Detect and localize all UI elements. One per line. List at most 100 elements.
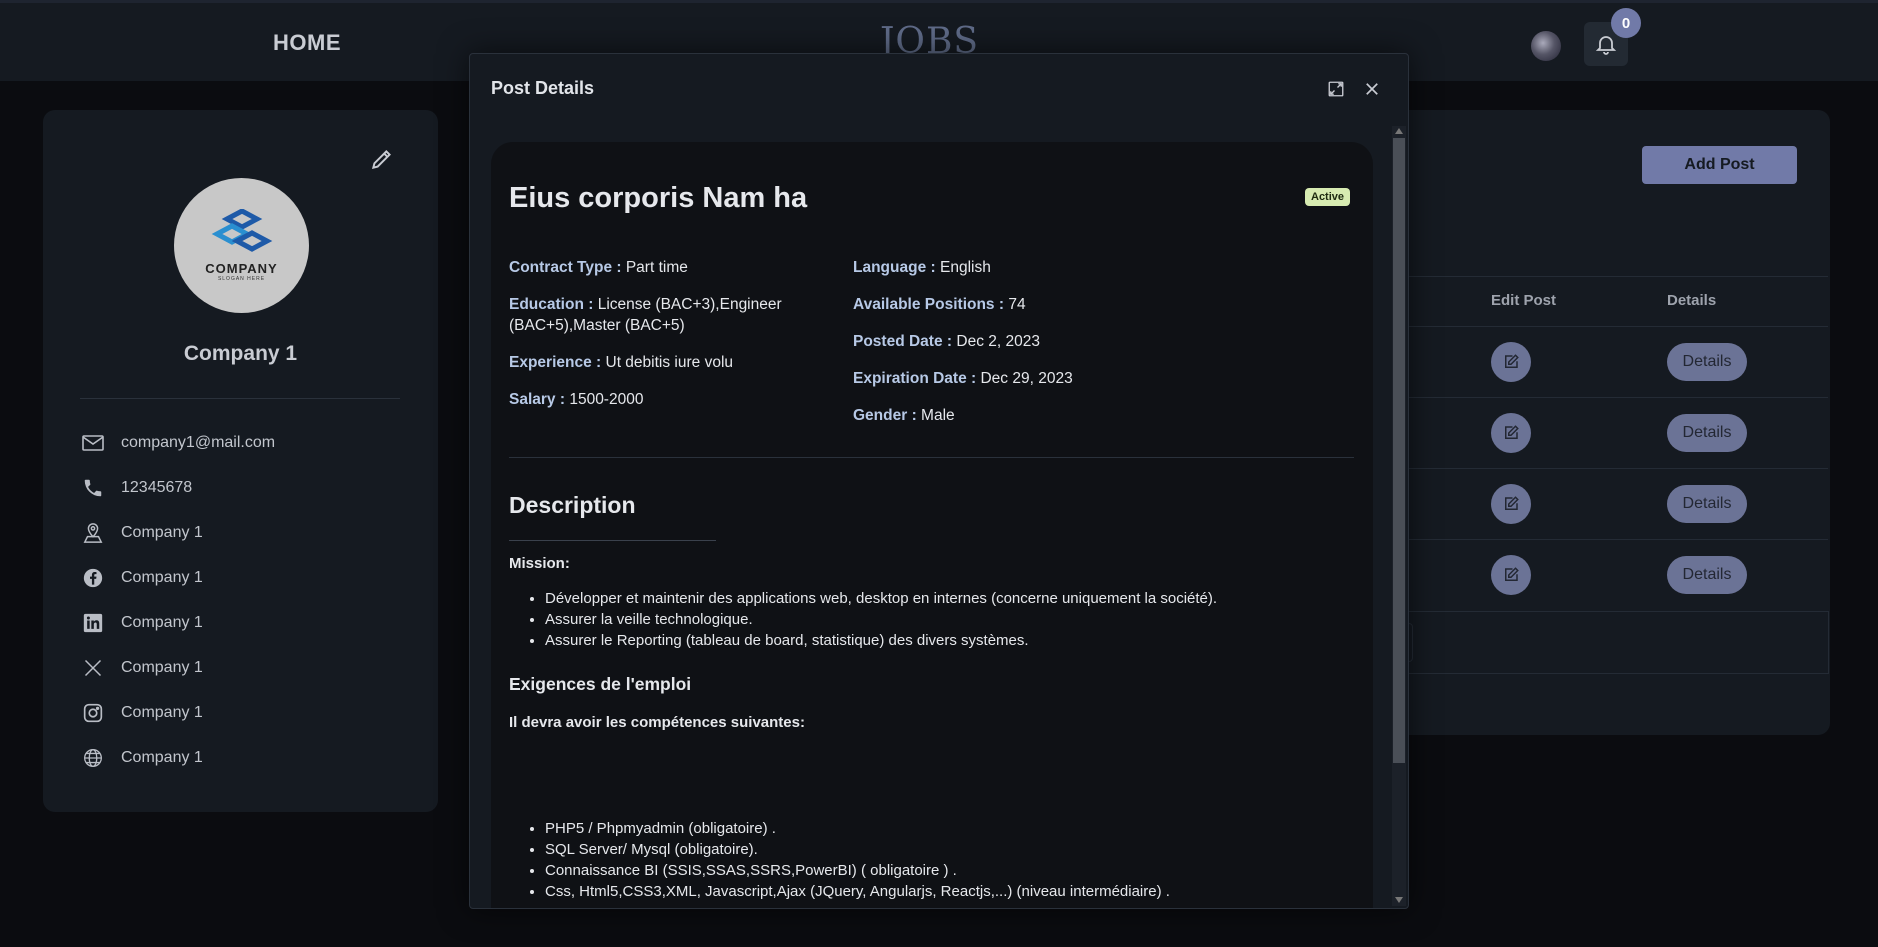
scroll-up-arrow-icon[interactable] [1395,128,1403,134]
heading-underline [509,540,716,541]
divider [509,457,1354,458]
contact-address: Company 1 [81,510,275,555]
pagination-area [1395,611,1829,674]
field-language: Language : English [853,257,1293,278]
field-label: Expiration Date : [853,370,977,387]
contact-phone: 12345678 [81,465,275,510]
contact-website[interactable]: Company 1 [81,735,275,780]
add-post-button[interactable]: Add Post [1642,146,1797,184]
list-item: PHP5 / Phpmyadmin (obligatoire) . [545,818,1170,839]
field-label: Posted Date : [853,333,953,350]
field-value: Dec 2, 2023 [956,333,1040,350]
details-button[interactable]: Details [1667,485,1747,523]
scrollbar-thumb[interactable] [1393,138,1405,763]
edit-square-icon [1505,354,1519,368]
company-name: Company 1 [183,342,298,365]
column-header-details: Details [1667,292,1717,309]
contact-info-list: company1@mail.com 12345678 Company 1 Com… [81,420,275,780]
pencil-edit-icon[interactable] [369,146,395,172]
company-logo-avatar: COMPANY SLOGAN HERE [174,178,309,313]
edit-square-icon [1505,567,1519,581]
field-education: Education : License (BAC+3),Engineer (BA… [509,294,829,336]
field-label: Experience : [509,354,602,371]
details-button[interactable]: Details [1667,343,1747,381]
home-link[interactable]: HOME [273,30,341,56]
edit-post-button[interactable] [1491,413,1531,453]
field-value: English [939,259,991,276]
status-badge: Active [1305,188,1351,206]
field-contract-type: Contract Type : Part time [509,257,829,278]
field-value: Ut debitis iure volu [605,354,734,371]
globe-icon [81,746,105,770]
user-avatar[interactable] [1531,31,1561,61]
list-item: Connaissance BI (SSIS,SSAS,SSRS,PowerBI)… [545,860,1170,881]
contact-linkedin[interactable]: Company 1 [81,600,275,645]
field-posted-date: Posted Date : Dec 2, 2023 [853,331,1293,352]
field-gender: Gender : Male [853,405,1293,426]
linkedin-icon [81,611,105,635]
phone-text: 12345678 [121,478,193,496]
field-label: Salary : [509,391,566,408]
bell-icon [1595,36,1617,55]
edit-square-icon [1505,425,1519,439]
website-text: Company 1 [121,748,203,766]
mission-label: Mission: [509,555,570,572]
company-logo-text: COMPANY [205,261,278,276]
company-logo-mark-icon [211,209,272,252]
list-item: SQL Server/ Mysql (obligatoire). [545,839,1170,860]
contact-email: company1@mail.com [81,420,275,465]
table-row-divider [1395,539,1828,540]
edit-square-icon [1505,496,1519,510]
field-expiration-date: Expiration Date : Dec 29, 2023 [853,368,1293,389]
table-row-divider [1395,326,1828,327]
table-row-divider [1395,397,1828,398]
contact-x[interactable]: Company 1 [81,645,275,690]
details-button[interactable]: Details [1667,414,1747,452]
field-value: Part time [625,259,688,276]
modal-scrollbar[interactable] [1392,126,1406,906]
edit-post-button[interactable] [1491,342,1531,382]
mission-list: Développer et maintenir des applications… [509,588,1217,651]
map-pin-icon [81,521,105,545]
field-value: 1500-2000 [569,391,644,408]
field-experience: Experience : Ut debitis iure volu [509,352,829,373]
post-title: Eius corporis Nam ha [509,182,808,214]
list-item: Assurer le Reporting (tableau de board, … [545,630,1217,651]
contact-facebook[interactable]: Company 1 [81,555,275,600]
table-row-divider [1395,468,1828,469]
divider [80,398,400,399]
field-value: Male [921,407,955,424]
skills-intro: Il devra avoir les compétences suivantes… [509,714,805,731]
details-button[interactable]: Details [1667,556,1747,594]
column-header-edit-post: Edit Post [1491,292,1557,309]
company-profile-card: COMPANY SLOGAN HERE Company 1 company1@m… [43,110,438,812]
list-item: Assurer la veille technologique. [545,609,1217,630]
field-label: Language : [853,259,936,276]
description-heading: Description [509,492,636,518]
instagram-icon [81,701,105,725]
field-label: Gender : [853,407,917,424]
field-label: Contract Type : [509,259,622,276]
field-available-positions: Available Positions : 74 [853,294,1293,315]
notification-count-badge: 0 [1611,8,1641,38]
list-item: Css, Html5,CSS3,XML, Javascript,Ajax (JQ… [545,881,1170,902]
facebook-text: Company 1 [121,568,203,586]
post-details-modal: Post Details Eius corporis Nam ha Active… [469,53,1409,909]
field-salary: Salary : 1500-2000 [509,389,829,410]
skills-list: PHP5 / Phpmyadmin (obligatoire) . SQL Se… [509,818,1170,902]
post-details-card: Eius corporis Nam ha Active Contract Typ… [491,142,1373,908]
scroll-down-arrow-icon[interactable] [1395,897,1403,903]
close-icon[interactable] [1363,80,1381,98]
x-twitter-icon [81,656,105,680]
modal-title: Post Details [491,78,595,98]
edit-post-button[interactable] [1491,484,1531,524]
mail-icon [81,431,105,455]
table-top-border [1395,276,1828,277]
edit-post-button[interactable] [1491,555,1531,595]
contact-instagram[interactable]: Company 1 [81,690,275,735]
expand-icon[interactable] [1327,80,1345,98]
linkedin-text: Company 1 [121,613,203,631]
field-label: Available Positions : [853,296,1005,313]
list-item: Développer et maintenir des applications… [545,588,1217,609]
x-text: Company 1 [121,658,203,676]
